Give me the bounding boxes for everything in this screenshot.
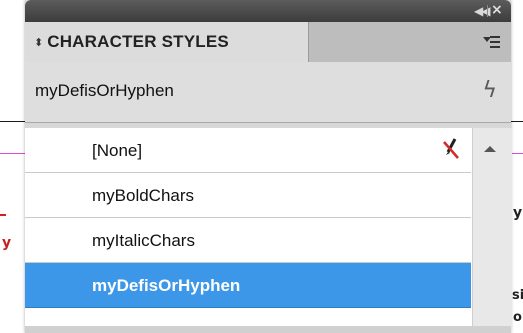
quick-apply-icon[interactable]: ϟ [482,78,497,103]
list-item-myitalic[interactable]: myItalicChars [25,218,471,263]
close-icon[interactable]: × [491,2,503,18]
character-styles-panel: ◀◀ × ⬍ CHARACTER STYLES myDefisOrHyphen … [25,0,512,333]
panel-title: CHARACTER STYLES [47,32,229,51]
document-text-right-2: si [512,288,523,303]
list-item-mybold[interactable]: myBoldChars [25,173,471,218]
document-text-right-3: o [513,310,522,325]
document-red-mark [0,214,6,216]
document-text-left: y [2,235,12,251]
list-item-label: myBoldChars [92,186,195,205]
list-item-label: myItalicChars [92,231,195,250]
titlebar-separator [487,5,488,17]
current-style-name: myDefisOrHyphen [35,81,174,100]
list-item-label: [None] [92,141,143,160]
panel-tab-row: ⬍ CHARACTER STYLES [25,22,511,62]
tab-updown-icon[interactable]: ⬍ [34,36,43,49]
list-item-none[interactable]: [None] [25,128,471,173]
scroll-up-arrow-icon[interactable] [484,146,496,152]
style-list-area: [None] myBoldChars myItalicChars myDefis… [25,128,512,333]
panel-bottom-edge [25,326,511,333]
magenta-guide-right [511,153,523,154]
style-list: [None] myBoldChars myItalicChars myDefis… [25,128,471,308]
magenta-guide-left [0,153,25,154]
no-edit-pencil-icon [443,138,459,159]
list-scrollbar[interactable] [472,128,512,333]
panel-menu-icon[interactable] [483,34,501,50]
document-text-right-1: y [513,205,523,221]
list-item-mydefis-selected[interactable]: myDefisOrHyphen [25,263,471,308]
list-item-label: myDefisOrHyphen [92,276,241,295]
panel-title-bar[interactable]: ◀◀ × [25,0,511,22]
tab-character-styles[interactable]: ⬍ CHARACTER STYLES [25,22,309,62]
current-style-row: myDefisOrHyphen ϟ [25,62,511,123]
